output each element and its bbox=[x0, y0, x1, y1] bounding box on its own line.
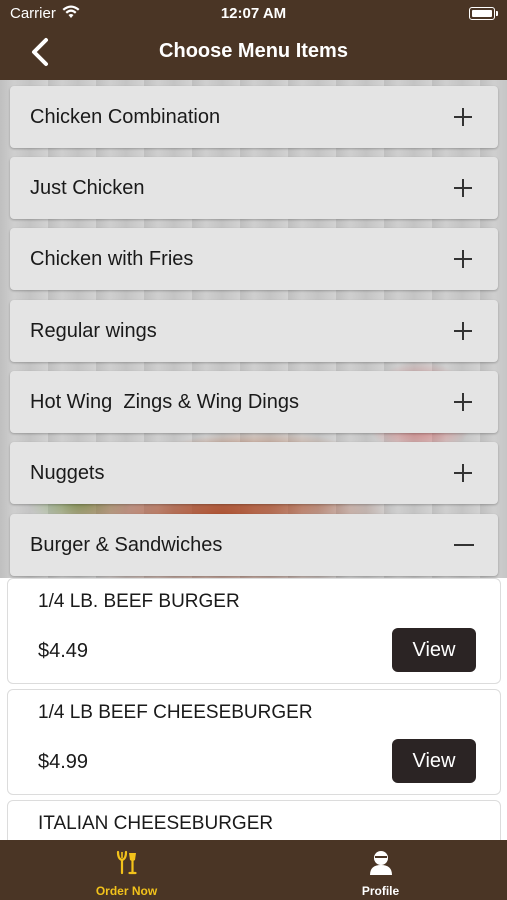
clock: 12:07 AM bbox=[220, 5, 287, 22]
plus-icon bbox=[454, 250, 472, 268]
item-price: $4.49 bbox=[38, 640, 89, 662]
tab-bar: Order Now Profile bbox=[0, 840, 507, 900]
status-bar: Carrier 12:07 AM bbox=[0, 0, 507, 28]
category-hot-wing-zings[interactable]: Hot Wing Zings & Wing Dings bbox=[10, 371, 498, 433]
plus-icon bbox=[454, 393, 472, 411]
item-name: ITALIAN CHEESEBURGER bbox=[38, 813, 274, 834]
minus-icon bbox=[454, 544, 474, 546]
menu-item-list[interactable]: 1/4 LB. BEEF BURGER $4.49 View 1/4 LB BE… bbox=[0, 578, 507, 840]
menu-item-card: 1/4 LB. BEEF BURGER $4.49 View bbox=[7, 578, 501, 684]
category-label: Just Chicken bbox=[30, 177, 145, 199]
view-button[interactable]: View bbox=[392, 739, 476, 783]
plus-icon bbox=[454, 322, 472, 340]
category-chicken-with-fries[interactable]: Chicken with Fries bbox=[10, 228, 498, 290]
plus-icon bbox=[454, 108, 472, 126]
item-price: $4.99 bbox=[38, 751, 89, 773]
category-label: Chicken Combination bbox=[30, 106, 221, 128]
category-nuggets[interactable]: Nuggets bbox=[10, 442, 498, 504]
category-label: Burger & Sandwiches bbox=[30, 534, 223, 556]
category-regular-wings[interactable]: Regular wings bbox=[10, 300, 498, 362]
menu-item-card: ITALIAN CHEESEBURGER bbox=[7, 800, 501, 840]
page-title: Choose Menu Items bbox=[159, 40, 348, 62]
item-name: 1/4 LB. BEEF BURGER bbox=[38, 591, 240, 612]
category-label: Regular wings bbox=[30, 320, 157, 342]
top-bar: Carrier 12:07 AM Choose Menu Items bbox=[0, 0, 507, 80]
person-icon bbox=[369, 851, 392, 875]
plus-icon bbox=[454, 179, 472, 197]
category-label: Nuggets bbox=[30, 462, 105, 484]
tab-label: Profile bbox=[361, 884, 400, 898]
menu-item-card: 1/4 LB BEEF CHEESEBURGER $4.99 View bbox=[7, 689, 501, 795]
category-chicken-combination[interactable]: Chicken Combination bbox=[10, 86, 498, 148]
battery-icon bbox=[469, 7, 498, 20]
category-label: Chicken with Fries bbox=[30, 248, 194, 270]
tab-label: Order Now bbox=[95, 884, 158, 898]
category-label: Hot Wing Zings & Wing Dings bbox=[30, 391, 299, 413]
category-just-chicken[interactable]: Just Chicken bbox=[10, 157, 498, 219]
tab-order-now[interactable]: Order Now bbox=[0, 840, 253, 900]
category-burger-sandwiches[interactable]: Burger & Sandwiches bbox=[10, 514, 498, 576]
plus-icon bbox=[454, 464, 472, 482]
item-name: 1/4 LB BEEF CHEESEBURGER bbox=[38, 702, 313, 723]
view-button[interactable]: View bbox=[392, 628, 476, 672]
tab-profile[interactable]: Profile bbox=[254, 840, 507, 900]
utensils-icon bbox=[116, 850, 137, 875]
